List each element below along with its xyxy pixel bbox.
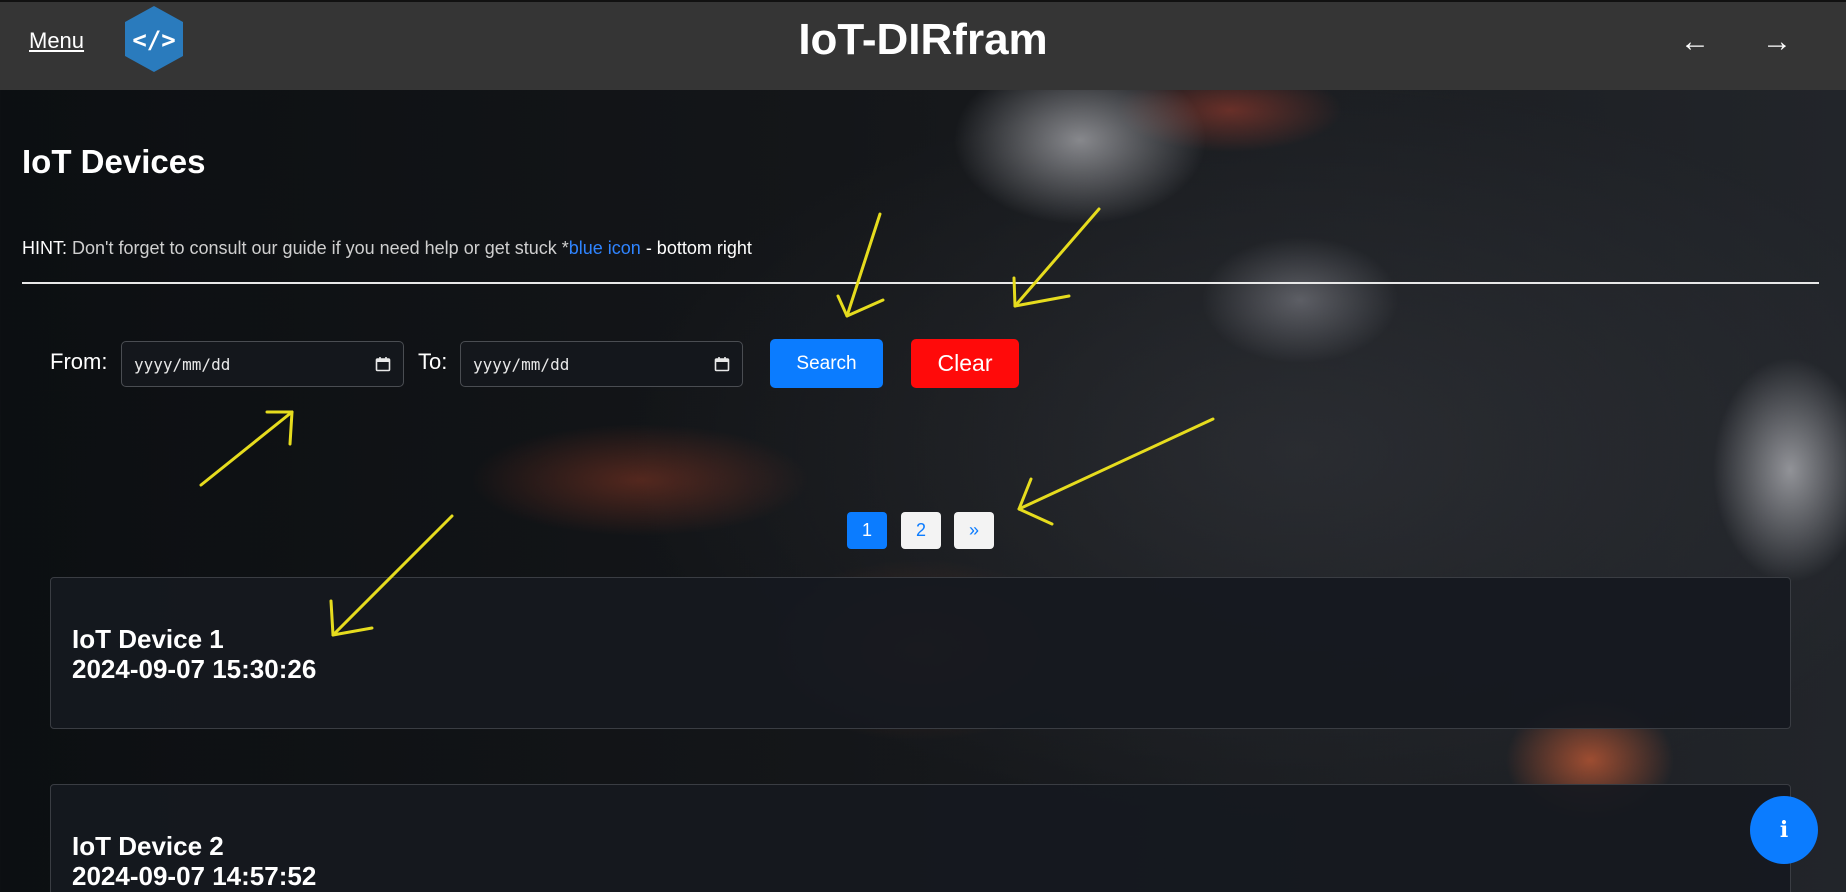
to-date-input[interactable]: yyyy/mm/dd <box>460 341 743 387</box>
calendar-icon[interactable] <box>714 356 730 372</box>
page-1-button[interactable]: 1 <box>847 512 887 549</box>
divider <box>22 282 1819 284</box>
hint-tail: - bottom right <box>640 238 752 258</box>
device-timestamp: 2024-09-07 15:30:26 <box>72 654 317 684</box>
hint-blue-icon-link: blue icon <box>568 238 641 258</box>
device-name: IoT Device 2 <box>72 831 224 861</box>
from-label: From: <box>50 349 108 374</box>
annotation-arrow-pagination <box>1017 417 1215 526</box>
app-title: IoT-DIRfram <box>798 15 1048 64</box>
device-name: IoT Device 1 <box>72 624 224 654</box>
calendar-icon[interactable] <box>375 356 391 372</box>
annotation-arrow-from-date <box>199 410 294 487</box>
annotation-arrow-search <box>836 212 885 318</box>
from-date-input[interactable]: yyyy/mm/dd <box>121 341 404 387</box>
device-card[interactable]: IoT Device 2 2024-09-07 14:57:52 <box>50 784 1791 892</box>
info-icon: i <box>1779 817 1789 843</box>
annotation-arrows <box>199 207 1215 637</box>
logo-glyph: </> <box>132 26 175 54</box>
device-timestamp: 2024-09-07 14:57:52 <box>72 861 317 891</box>
page-2-button[interactable]: 2 <box>901 512 941 549</box>
menu-link[interactable]: Menu <box>29 28 84 54</box>
to-date-placeholder: yyyy/mm/dd <box>473 354 570 374</box>
top-nav-bar: Menu </> IoT-DIRfram ← → <box>0 0 1846 90</box>
hint-label: HINT: <box>22 238 67 258</box>
info-help-button[interactable]: i <box>1750 796 1818 864</box>
clear-button[interactable]: Clear <box>911 339 1019 388</box>
device-card[interactable]: IoT Device 1 2024-09-07 15:30:26 <box>50 577 1791 729</box>
from-date-placeholder: yyyy/mm/dd <box>134 354 231 374</box>
forward-arrow-icon[interactable]: → <box>1762 22 1792 62</box>
annotation-arrow-clear <box>1012 207 1101 308</box>
next-page-button[interactable]: » <box>954 512 994 549</box>
back-arrow-icon[interactable]: ← <box>1680 22 1710 62</box>
search-button[interactable]: Search <box>770 339 883 388</box>
to-label: To: <box>418 349 448 374</box>
code-logo-icon[interactable]: </> <box>122 4 186 74</box>
page-title: IoT Devices <box>22 143 206 180</box>
hint-body: Don't forget to consult our guide if you… <box>67 238 569 258</box>
hint-text: HINT: Don't forget to consult our guide … <box>22 238 752 259</box>
